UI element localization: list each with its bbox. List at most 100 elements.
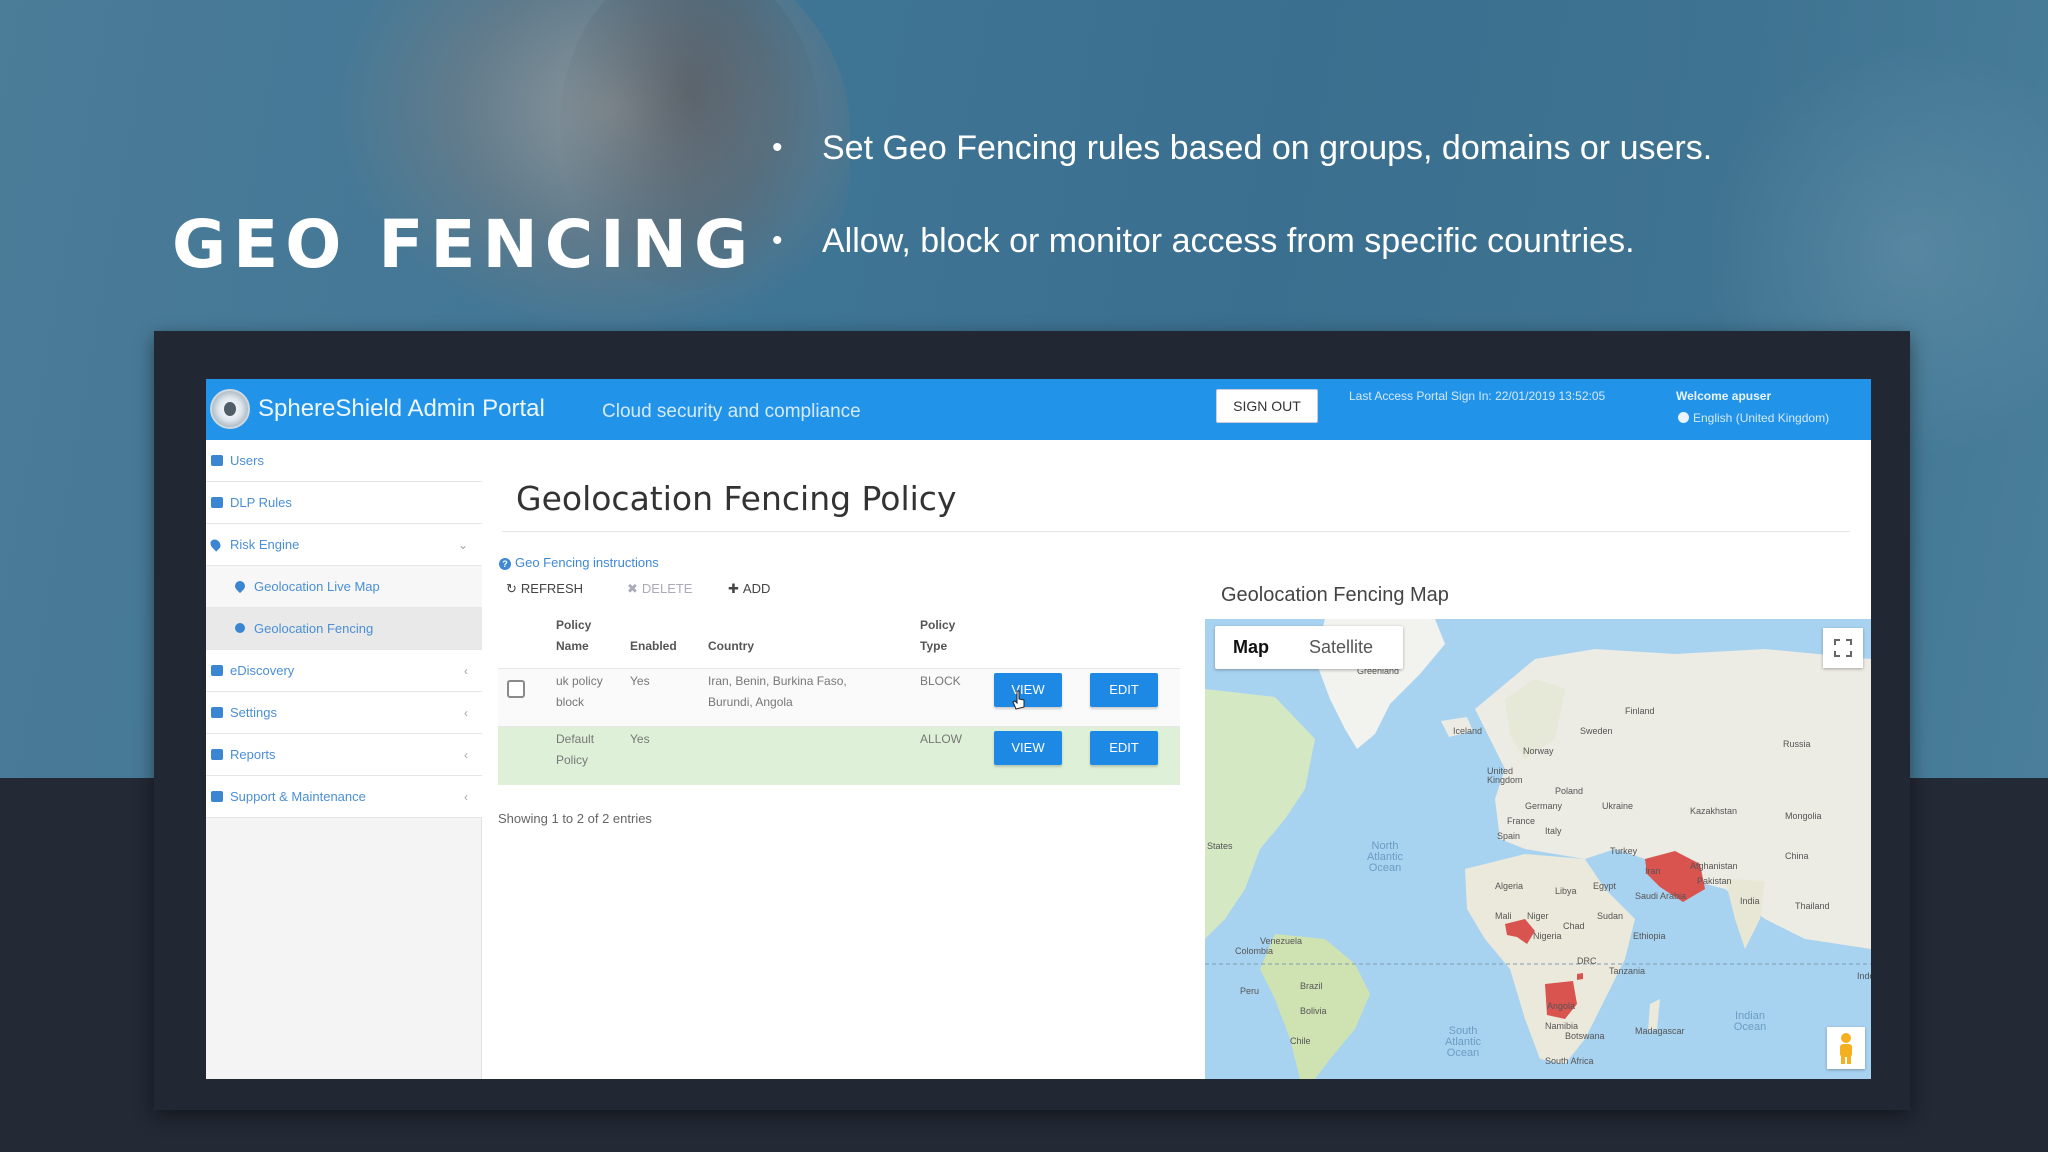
column-header-policy-name[interactable]: Policy Name — [556, 615, 591, 657]
sidebar-item-reports[interactable]: Reports ‹ — [206, 734, 482, 776]
users-icon — [211, 455, 223, 466]
title-divider — [502, 531, 1850, 532]
page-title: Geolocation Fencing Policy — [516, 479, 957, 518]
admin-portal-window: SphereShield Admin Portal Cloud security… — [206, 379, 1871, 1079]
last-access-text: Last Access Portal Sign In: 22/01/2019 1… — [1349, 389, 1606, 403]
view-button[interactable]: VIEW — [994, 731, 1062, 765]
map-label: Madagascar — [1635, 1026, 1685, 1036]
sidebar-item-label: Users — [230, 453, 264, 468]
view-button[interactable]: VIEW — [994, 673, 1062, 707]
slide-bullet: Allow, block or monitor access from spec… — [770, 215, 1712, 308]
column-header-policy-type[interactable]: Policy Type — [920, 615, 955, 657]
pegman-icon — [1840, 1033, 1852, 1064]
map-type-toggle: Map Satellite — [1215, 626, 1403, 669]
column-header-enabled[interactable]: Enabled — [630, 636, 677, 657]
bar-chart-icon — [211, 749, 223, 760]
policy-name-cell: uk policy block — [556, 674, 603, 709]
table-row[interactable]: uk policy block Yes Iran, Benin, Burkina… — [498, 668, 1180, 726]
sidebar-item-support-maintenance[interactable]: Support & Maintenance ‹ — [206, 776, 482, 818]
map-label: DRC — [1577, 956, 1597, 966]
column-header-country[interactable]: Country — [708, 636, 754, 657]
map-label: South Africa — [1545, 1056, 1594, 1066]
map-label: States — [1207, 841, 1233, 851]
list-icon — [211, 791, 223, 802]
delete-button[interactable]: ✖ DELETE — [627, 581, 692, 597]
top-bar: SphereShield Admin Portal Cloud security… — [206, 379, 1871, 440]
sidebar-item-label: Settings — [230, 705, 277, 720]
map-label: Botswana — [1565, 1031, 1605, 1041]
add-button[interactable]: ✚ ADD — [728, 581, 770, 597]
map-label: Thailand — [1795, 901, 1830, 911]
map-marker-icon — [208, 537, 223, 552]
sidebar-item-geolocation-live-map[interactable]: Geolocation Live Map — [206, 566, 482, 608]
chevron-left-icon: ‹ — [464, 790, 468, 804]
map-label: Chad — [1563, 921, 1585, 931]
slide-title: GEO FENCING — [172, 206, 756, 283]
instructions-label: Geo Fencing instructions — [515, 555, 659, 570]
close-icon: ✖ — [627, 581, 638, 596]
plus-icon: ✚ — [728, 581, 739, 596]
question-circle-icon: ? — [499, 558, 511, 570]
app-title: SphereShield Admin Portal — [258, 395, 545, 422]
map-label: Norway — [1523, 746, 1554, 756]
refresh-button[interactable]: ↻ REFRESH — [506, 581, 583, 597]
map-label: Ethiopia — [1633, 931, 1666, 941]
map-label: Egypt — [1593, 881, 1617, 891]
screenshot-frame: SphereShield Admin Portal Cloud security… — [154, 331, 1910, 1110]
fullscreen-button[interactable] — [1823, 628, 1863, 668]
map-title: Geolocation Fencing Map — [1221, 584, 1449, 606]
sidebar-item-geolocation-fencing[interactable]: Geolocation Fencing — [206, 608, 482, 650]
sidebar-item-settings[interactable]: Settings ‹ — [206, 692, 482, 734]
row-checkbox[interactable] — [507, 680, 525, 698]
chevron-down-icon: ⌄ — [457, 538, 468, 552]
hand-cursor-icon — [1012, 690, 1025, 710]
ocean-label: Indian Ocean — [1733, 1010, 1767, 1033]
sign-out-button[interactable]: SIGN OUT — [1216, 389, 1318, 423]
map-marker-icon — [232, 578, 248, 594]
map-label: France — [1507, 816, 1536, 826]
sidebar-item-label: DLP Rules — [230, 495, 292, 510]
map-label: Namibia — [1545, 1021, 1579, 1031]
globe-icon — [235, 623, 245, 633]
map-label: Algeria — [1495, 881, 1524, 891]
edit-button[interactable]: EDIT — [1090, 731, 1158, 765]
edit-button[interactable]: EDIT — [1090, 673, 1158, 707]
map-label: Brazil — [1300, 981, 1323, 991]
ocean-label: North Atlantic Ocean — [1366, 840, 1404, 874]
language-selector[interactable]: English (United Kingdom) — [1678, 411, 1829, 425]
blocked-country-burundi — [1577, 973, 1583, 980]
refresh-icon: ↻ — [506, 581, 517, 596]
map-label: Indo — [1857, 971, 1871, 981]
slide-bullet: Set Geo Fencing rules based on groups, d… — [770, 122, 1712, 215]
map-label: Italy — [1545, 826, 1562, 836]
eye-icon — [211, 497, 223, 508]
refresh-label: REFRESH — [520, 581, 584, 596]
country-cell: Iran, Benin, Burkina Faso, Burundi, Ango… — [708, 674, 847, 709]
sidebar-item-dlp-rules[interactable]: DLP Rules — [206, 482, 482, 524]
map-label: Iceland — [1453, 726, 1483, 736]
map-label: Libya — [1555, 886, 1577, 896]
cogs-icon — [211, 707, 223, 718]
geo-fencing-instructions-link[interactable]: ? Geo Fencing instructions — [499, 555, 659, 570]
sidebar-item-label: Reports — [230, 747, 276, 762]
map-tab-satellite[interactable]: Satellite — [1309, 626, 1373, 669]
street-view-pegman-button[interactable] — [1827, 1027, 1865, 1069]
map-tab-map[interactable]: Map — [1233, 626, 1269, 669]
map-label: Germany — [1525, 801, 1563, 811]
map-label: Sudan — [1597, 911, 1624, 921]
sphereshield-logo-icon — [210, 389, 250, 429]
map-label: Spain — [1497, 831, 1521, 841]
sidebar-item-users[interactable]: Users — [206, 440, 482, 482]
language-label: English (United Kingdom) — [1693, 411, 1830, 425]
map-label: Peru — [1240, 986, 1260, 996]
table-row[interactable]: Default Policy Yes ALLOW VIEW EDIT — [498, 726, 1180, 785]
sidebar-item-ediscovery[interactable]: eDiscovery ‹ — [206, 650, 482, 692]
globe-icon — [1678, 412, 1689, 423]
geolocation-fencing-map[interactable]: Greenland Iceland Sweden Finland Norway … — [1205, 619, 1871, 1079]
map-label: Poland — [1555, 786, 1584, 796]
policy-type-cell: ALLOW — [920, 732, 963, 746]
sidebar-item-risk-engine[interactable]: Risk Engine ⌄ — [206, 524, 482, 566]
chevron-left-icon: ‹ — [464, 706, 468, 720]
ocean-label: South Atlantic Ocean — [1444, 1025, 1482, 1059]
book-icon — [211, 665, 223, 676]
